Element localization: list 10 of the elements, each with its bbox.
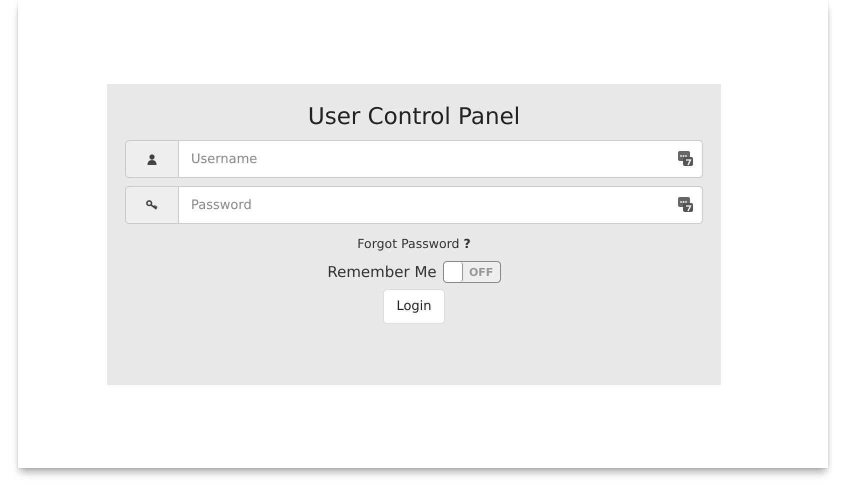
remember-me-label: Remember Me	[327, 263, 437, 281]
login-button[interactable]: Login	[383, 289, 445, 324]
input-field[interactable]: Password	[179, 186, 703, 224]
keypad-icon	[678, 197, 693, 212]
forgot-password-link[interactable]: Forgot Password ?	[357, 236, 471, 251]
key-icon	[146, 200, 158, 210]
input-field[interactable]: Username	[179, 140, 703, 178]
panel-title: User Control Panel	[308, 104, 520, 130]
keypad-icon	[678, 151, 693, 166]
user-icon	[147, 154, 157, 164]
